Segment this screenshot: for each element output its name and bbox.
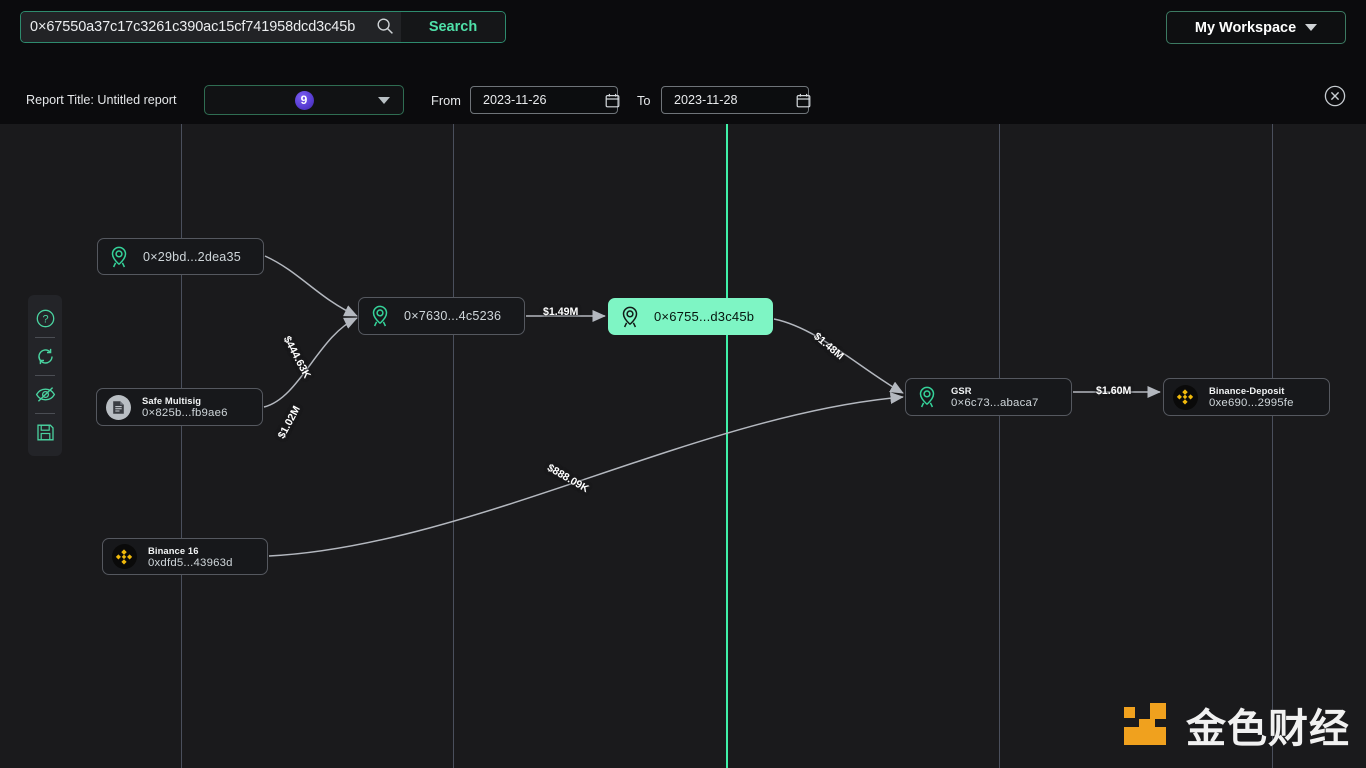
edge-n3-n6 [268, 392, 904, 557]
from-date-value: 2023-11-26 [483, 93, 547, 107]
workspace-dropdown[interactable]: My Workspace [1166, 11, 1346, 44]
refresh-icon[interactable] [28, 338, 62, 375]
timeline-gridline [1272, 76, 1273, 768]
node-text: 0×6755...d3c45b [654, 308, 768, 326]
graph-node-address[interactable]: 0×29bd...2dea35 [97, 238, 264, 275]
chain-selector-dropdown[interactable]: 9 [204, 85, 404, 115]
edge-label-amount: $1.49M [543, 306, 579, 318]
save-icon[interactable] [28, 414, 62, 451]
location-pin-icon [617, 304, 643, 330]
node-label: GSR [951, 385, 972, 396]
location-pin-icon [367, 303, 393, 329]
node-address: 0×29bd...2dea35 [143, 249, 241, 264]
search-input[interactable] [21, 12, 373, 42]
node-address: 0xdfd5...43963d [148, 556, 233, 569]
graph-node-binance-deposit[interactable]: Binance-Deposit 0xe690...2995fe [1163, 378, 1330, 416]
node-text: 0×7630...4c5236 [404, 307, 515, 325]
workspace-label: My Workspace [1194, 19, 1297, 36]
node-address: 0×6c73...abaca7 [951, 397, 1039, 409]
node-label: Binance 16 [148, 544, 199, 556]
edge-label-amount: $1.48M [811, 330, 846, 363]
edge-label-amount: $444.63K [280, 334, 313, 381]
search-field[interactable] [21, 12, 401, 42]
svg-text:?: ? [42, 314, 48, 326]
graph-node-safe-multisig[interactable]: Safe Multisig 0×825b...fb9ae6 [96, 388, 263, 426]
eye-off-icon[interactable] [28, 376, 62, 413]
graph-node-address[interactable]: 0×7630...4c5236 [358, 297, 525, 335]
node-text: Binance-Deposit 0xe690...2995fe [1209, 385, 1308, 409]
graph-node-selected[interactable]: 0×6755...d3c45b [608, 298, 773, 335]
graph-canvas[interactable]: $444.63K $1.02M $1.49M $1.48M $888.09K $… [0, 76, 1366, 768]
node-text: Safe Multisig 0×825b...fb9ae6 [142, 395, 242, 419]
timeline-gridline [453, 76, 454, 768]
graph-node-binance-16[interactable]: Binance 16 0xdfd5...43963d [102, 538, 268, 575]
node-address: 0×825b...fb9ae6 [142, 407, 228, 419]
location-pin-icon [106, 244, 132, 270]
node-address: 0×6755...d3c45b [654, 308, 755, 324]
from-label: From [431, 93, 461, 108]
watermark-logo-icon [1124, 703, 1166, 745]
top-bar: Search My Workspace [0, 0, 1366, 55]
contract-document-icon [105, 394, 131, 420]
binance-logo-icon [1172, 384, 1198, 410]
calendar-icon[interactable] [593, 93, 620, 108]
chevron-down-icon [378, 97, 390, 104]
edge-label-amount: $888.09K [545, 461, 591, 496]
help-icon[interactable]: ? [28, 300, 62, 337]
node-address: 0×7630...4c5236 [404, 309, 502, 323]
edge-label-amount: $1.02M [275, 403, 303, 441]
binance-logo-icon [111, 544, 137, 570]
timeline-gridline [999, 76, 1000, 768]
chain-logo-icon: 9 [294, 90, 314, 110]
node-label: Safe Multisig [142, 395, 202, 406]
edge-n2-n4 [263, 317, 358, 408]
calendar-icon[interactable] [784, 93, 811, 108]
chevron-down-icon [1305, 24, 1318, 31]
edge-n1-n4 [264, 255, 358, 317]
node-text: GSR 0×6c73...abaca7 [951, 385, 1053, 409]
search-button[interactable]: Search [401, 12, 505, 42]
search-bar: Search [20, 11, 506, 43]
to-date-input[interactable]: 2023-11-28 [661, 86, 811, 114]
to-label: To [637, 93, 651, 108]
search-icon[interactable] [376, 17, 394, 35]
to-date-value: 2023-11-28 [674, 93, 738, 107]
node-text: 0×29bd...2dea35 [143, 248, 255, 266]
close-report-button[interactable] [1324, 85, 1346, 107]
node-label: Binance-Deposit [1209, 385, 1285, 396]
app-root: Search My Workspace [0, 0, 1366, 768]
page-title: Report Title: Untitled report [26, 93, 177, 107]
from-date-input[interactable]: 2023-11-26 [470, 86, 620, 114]
node-text: Binance 16 0xdfd5...43963d [148, 545, 247, 569]
node-address: 0xe690...2995fe [1209, 397, 1294, 409]
graph-node-gsr[interactable]: GSR 0×6c73...abaca7 [905, 378, 1072, 416]
canvas-tool-rail: ? [28, 295, 62, 456]
watermark: 金色财经 [1120, 696, 1350, 754]
watermark-text: 金色财经 [1186, 706, 1350, 752]
timeline-gridline-active [726, 76, 728, 768]
location-pin-icon [914, 384, 940, 410]
edge-label-amount: $1.60M [1096, 385, 1132, 397]
